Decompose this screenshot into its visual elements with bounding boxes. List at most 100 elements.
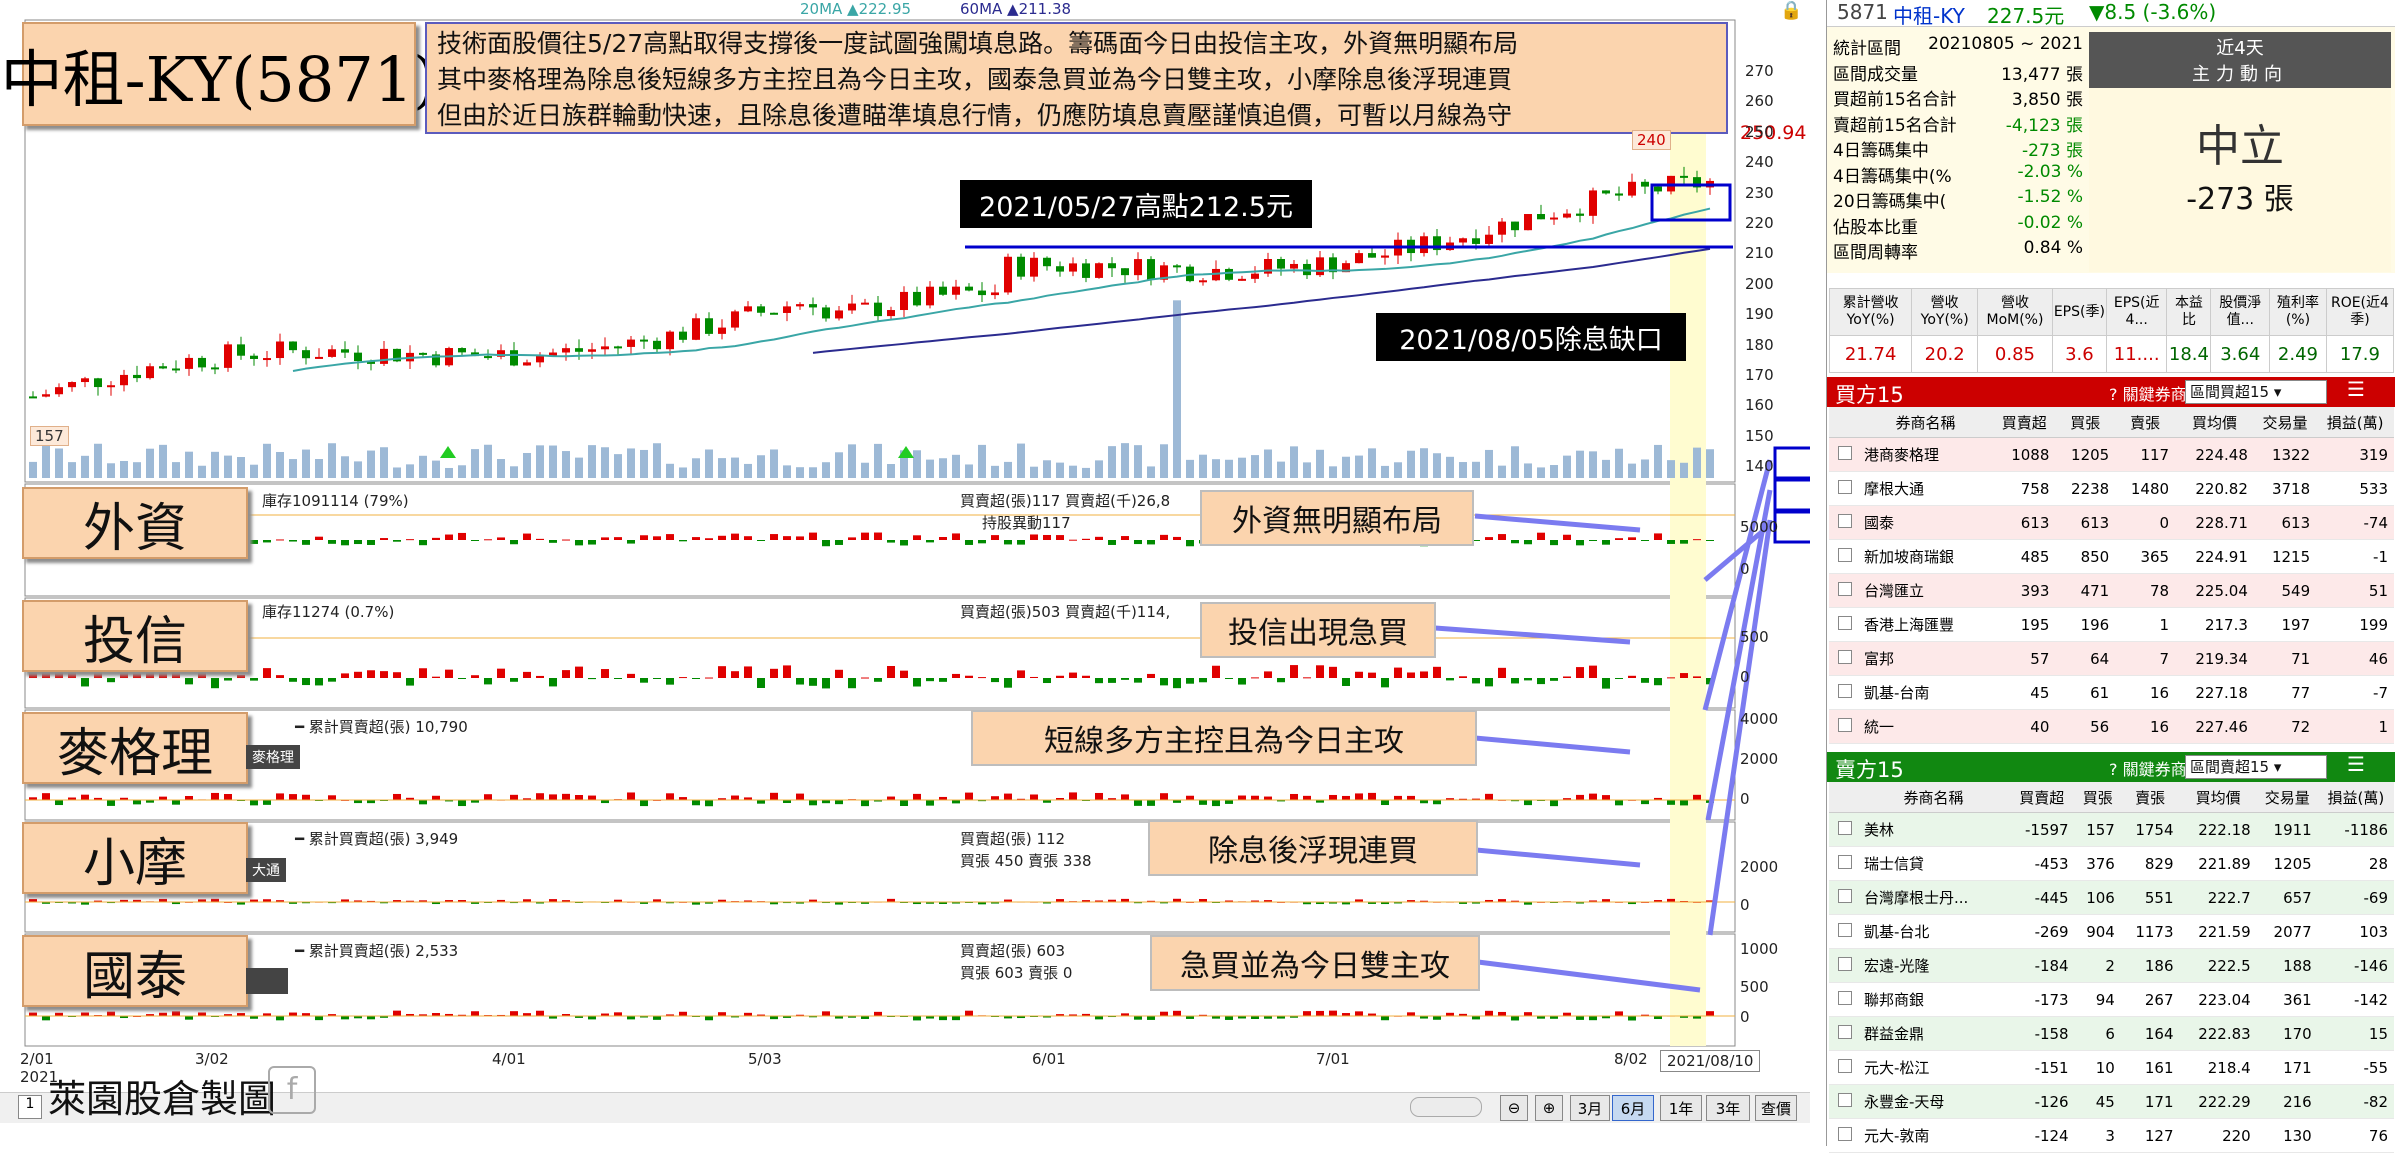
- table-row[interactable]: 永豐金-天母 -126 45 171 222.29 216 -82: [1829, 1084, 2394, 1119]
- range-button[interactable]: 6月: [1612, 1095, 1654, 1121]
- table-row[interactable]: 元大-松江 -151 10 161 218.4 171 -55: [1829, 1050, 2394, 1085]
- row-checkbox[interactable]: [1829, 914, 1858, 949]
- table-row[interactable]: 美林 -1597 157 1754 222.18 1911 -1186: [1829, 812, 2394, 847]
- tab-jpmorgan[interactable]: 大通: [246, 858, 286, 882]
- checkbox-icon[interactable]: [1838, 956, 1852, 971]
- flow-bar: [1615, 538, 1623, 540]
- volume-bar: [1069, 465, 1077, 478]
- table-row[interactable]: 台灣匯立 393 471 78 225.04 549 51: [1829, 573, 2394, 608]
- broker-name[interactable]: 富邦: [1858, 641, 1994, 676]
- sell-select[interactable]: 區間賣超15 ▾: [2185, 755, 2327, 779]
- broker-name[interactable]: 香港上海匯豐: [1858, 607, 1994, 642]
- row-checkbox[interactable]: [1829, 1118, 1858, 1153]
- range-button[interactable]: 1年: [1660, 1095, 1702, 1121]
- table-row[interactable]: 富邦 57 64 7 219.34 71 46: [1829, 641, 2394, 676]
- lock-icon[interactable]: 🔒: [1780, 0, 1802, 21]
- table-row[interactable]: 群益金鼎 -158 6 164 222.83 170 15: [1829, 1016, 2394, 1051]
- row-checkbox[interactable]: [1829, 709, 1858, 744]
- tab-macquarie[interactable]: 麥格理: [246, 745, 300, 769]
- scroll-slider[interactable]: [1410, 1097, 1482, 1117]
- row-checkbox[interactable]: [1829, 1084, 1858, 1119]
- checkbox-icon[interactable]: [1838, 1058, 1852, 1073]
- zoom-out-icon[interactable]: ⊖: [1500, 1095, 1528, 1121]
- checkbox-icon[interactable]: [1838, 513, 1852, 528]
- candle-body: [484, 356, 492, 359]
- table-row[interactable]: 瑞士信貸 -453 376 829 221.89 1205 28: [1829, 846, 2394, 881]
- row-checkbox[interactable]: [1829, 846, 1858, 881]
- row-checkbox[interactable]: [1829, 675, 1858, 710]
- checkbox-icon[interactable]: [1838, 649, 1852, 664]
- table-row[interactable]: 凱基-台南 45 61 16 227.18 77 -7: [1829, 675, 2394, 710]
- broker-name[interactable]: 統一: [1858, 709, 1994, 744]
- broker-name[interactable]: 聯邦商銀: [1858, 982, 2009, 1017]
- broker-name[interactable]: 凱基-台南: [1858, 675, 1994, 710]
- broker-name[interactable]: 港商麥格理: [1858, 437, 1994, 472]
- broker-name[interactable]: 群益金鼎: [1858, 1016, 2009, 1051]
- checkbox-icon[interactable]: [1838, 717, 1852, 732]
- row-checkbox[interactable]: [1829, 812, 1858, 847]
- table-row[interactable]: 統一 40 56 16 227.46 72 1: [1829, 709, 2394, 744]
- broker-name[interactable]: 台灣摩根士丹...: [1858, 880, 2009, 915]
- checkbox-icon[interactable]: [1838, 854, 1852, 869]
- table-row[interactable]: 香港上海匯豐 195 196 1 217.3 197 199: [1829, 607, 2394, 642]
- range-button[interactable]: 3年: [1706, 1095, 1750, 1121]
- flow-bar: [289, 794, 297, 800]
- flow-bar: [874, 532, 882, 540]
- broker-name[interactable]: 美林: [1858, 812, 2009, 847]
- buy-select[interactable]: 區間買超15 ▾: [2185, 380, 2327, 404]
- tab-cathay[interactable]: [246, 968, 288, 994]
- sell-menu-icon[interactable]: ☰: [2347, 752, 2365, 776]
- broker-name[interactable]: 宏遠-光隆: [1858, 948, 2009, 983]
- row-checkbox[interactable]: [1829, 982, 1858, 1017]
- table-row[interactable]: 聯邦商銀 -173 94 267 223.04 361 -142: [1829, 982, 2394, 1017]
- checkbox-icon[interactable]: [1838, 990, 1852, 1005]
- broker-name[interactable]: 台灣匯立: [1858, 573, 1994, 608]
- row-checkbox[interactable]: [1829, 505, 1858, 540]
- row-checkbox[interactable]: [1829, 880, 1858, 915]
- broker-name[interactable]: 元大-松江: [1858, 1050, 2009, 1085]
- broker-name[interactable]: 新加坡商瑞銀: [1858, 539, 1994, 574]
- checkbox-icon[interactable]: [1838, 615, 1852, 630]
- row-checkbox[interactable]: [1829, 1050, 1858, 1085]
- broker-name[interactable]: 瑞士信貸: [1858, 846, 2009, 881]
- zoom-in-icon[interactable]: ⊕: [1535, 1095, 1563, 1121]
- checkbox-icon[interactable]: [1838, 547, 1852, 562]
- checkbox-icon[interactable]: [1838, 1126, 1852, 1141]
- checkbox-icon[interactable]: [1838, 1024, 1852, 1039]
- table-row[interactable]: 港商麥格理 1088 1205 117 224.48 1322 319: [1829, 437, 2394, 472]
- row-checkbox[interactable]: [1829, 573, 1858, 608]
- range-button[interactable]: 3月: [1570, 1095, 1610, 1121]
- table-row[interactable]: 國泰 613 613 0 228.71 613 -74: [1829, 505, 2394, 540]
- broker-name[interactable]: 永豐金-天母: [1858, 1084, 2009, 1119]
- row-checkbox[interactable]: [1829, 1016, 1858, 1051]
- checkbox-icon[interactable]: [1838, 922, 1852, 937]
- row-checkbox[interactable]: [1829, 948, 1858, 983]
- table-row[interactable]: 新加坡商瑞銀 485 850 365 224.91 1215 -1: [1829, 539, 2394, 574]
- row-checkbox[interactable]: [1829, 607, 1858, 642]
- checkbox-icon[interactable]: [1838, 1092, 1852, 1107]
- table-cell: 7: [2115, 641, 2176, 676]
- table-row[interactable]: 台灣摩根士丹... -445 106 551 222.7 657 -69: [1829, 880, 2394, 915]
- buy-menu-icon[interactable]: ☰: [2347, 377, 2365, 401]
- table-row[interactable]: 元大-敦南 -124 3 127 220 130 76: [1829, 1118, 2394, 1153]
- table-row[interactable]: 凱基-台北 -269 904 1173 221.59 2077 103: [1829, 914, 2394, 949]
- broker-name[interactable]: 元大-敦南: [1858, 1118, 2009, 1153]
- table-row[interactable]: 宏遠-光隆 -184 2 186 222.5 188 -146: [1829, 948, 2394, 983]
- broker-name[interactable]: 摩根大通: [1858, 471, 1994, 506]
- range-button[interactable]: 查價: [1755, 1095, 1797, 1121]
- checkbox-icon[interactable]: [1838, 581, 1852, 596]
- row-checkbox[interactable]: [1829, 539, 1858, 574]
- table-row[interactable]: 摩根大通 758 2238 1480 220.82 3718 533: [1829, 471, 2394, 506]
- broker-name[interactable]: 凱基-台北: [1858, 914, 2009, 949]
- facebook-icon[interactable]: f: [268, 1066, 316, 1114]
- checkbox-icon[interactable]: [1838, 888, 1852, 903]
- row-checkbox[interactable]: [1829, 471, 1858, 506]
- checkbox-icon[interactable]: [1838, 445, 1852, 460]
- row-checkbox[interactable]: [1829, 437, 1858, 472]
- checkbox-icon[interactable]: [1838, 479, 1852, 494]
- checkbox-icon[interactable]: [1838, 820, 1852, 835]
- row-checkbox[interactable]: [1829, 641, 1858, 676]
- broker-name[interactable]: 國泰: [1858, 505, 1994, 540]
- page-button[interactable]: 1: [18, 1095, 42, 1119]
- checkbox-icon[interactable]: [1838, 683, 1852, 698]
